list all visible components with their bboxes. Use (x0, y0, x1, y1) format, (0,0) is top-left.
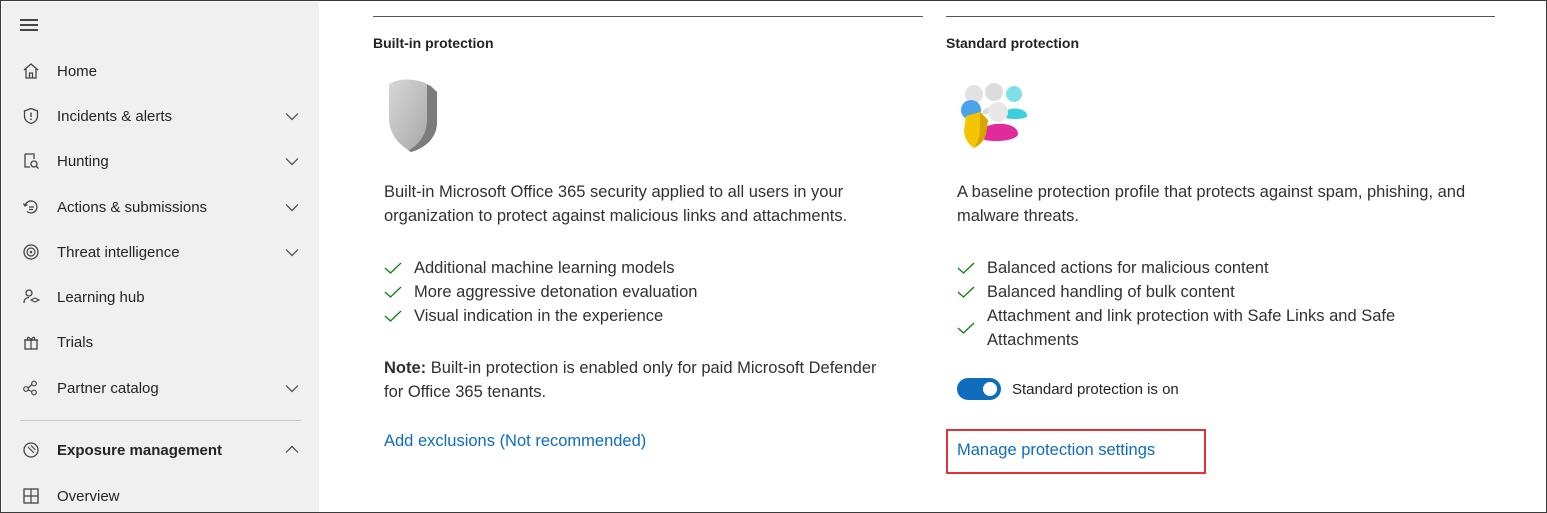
shield-illustration-icon (387, 78, 457, 154)
exposure-management-icon (20, 439, 42, 461)
shield-alert-icon (20, 105, 42, 127)
sidebar-item-home[interactable]: Home (2, 51, 319, 91)
chevron-down-icon[interactable] (284, 153, 300, 169)
app-frame: Home Incidents & alerts Hunting Actions … (0, 0, 1547, 513)
builtin-description: Built-in Microsoft Office 365 security a… (384, 183, 848, 225)
chevron-down-icon[interactable] (284, 244, 300, 260)
list-item: Balanced actions for malicious content (957, 256, 1457, 280)
note-text: Built-in protection is enabled only for … (384, 359, 877, 401)
hamburger-menu-icon[interactable] (20, 19, 40, 33)
checkmark-icon (384, 262, 402, 274)
sidebar: Home Incidents & alerts Hunting Actions … (2, 2, 319, 512)
sidebar-item-overview[interactable]: Overview (2, 476, 319, 512)
builtin-note: Note: Built-in protection is enabled onl… (384, 356, 884, 404)
sidebar-item-exposure-management[interactable]: Exposure management (2, 430, 319, 470)
checkmark-icon (957, 286, 975, 298)
list-item: Visual indication in the experience (384, 304, 914, 328)
feature-text: Balanced actions for malicious content (987, 259, 1269, 277)
sidebar-item-label: Home (57, 62, 98, 80)
sidebar-item-trials[interactable]: Trials (2, 322, 319, 362)
chevron-down-icon[interactable] (284, 199, 300, 215)
list-item: Attachment and link protection with Safe… (957, 304, 1457, 352)
manage-protection-settings-link[interactable]: Manage protection settings (957, 441, 1155, 460)
builtin-protection-title: Built-in protection (373, 35, 494, 51)
checkmark-icon (957, 262, 975, 274)
standard-protection-toggle[interactable] (957, 378, 1001, 400)
checkmark-icon (957, 322, 975, 334)
people-shield-illustration-icon (956, 80, 1032, 150)
trials-icon (20, 331, 42, 353)
chevron-down-icon[interactable] (284, 380, 300, 396)
learning-hub-icon (20, 286, 42, 308)
builtin-feature-list: Additional machine learning models More … (384, 256, 914, 328)
sidebar-item-label: Actions & submissions (57, 198, 208, 216)
standard-feature-list: Balanced actions for malicious content B… (957, 256, 1457, 352)
feature-text: Attachment and link protection with Safe… (987, 307, 1396, 349)
sidebar-item-label: Exposure management (57, 441, 223, 459)
standard-protection-title: Standard protection (946, 35, 1080, 51)
sidebar-item-label: Overview (57, 487, 120, 505)
note-label: Note: (384, 359, 427, 377)
sidebar-item-incidents-alerts[interactable]: Incidents & alerts (2, 96, 319, 136)
toggle-knob (983, 382, 997, 396)
standard-protection-toggle-label: Standard protection is on (1012, 381, 1179, 398)
sidebar-item-partner-catalog[interactable]: Partner catalog (2, 368, 319, 408)
sidebar-item-label: Learning hub (57, 288, 145, 306)
sidebar-item-label: Partner catalog (57, 379, 159, 397)
sidebar-item-actions-submissions[interactable]: Actions & submissions (2, 187, 319, 227)
feature-text: More aggressive detonation evaluation (414, 283, 698, 301)
section-divider (946, 16, 1495, 17)
checkmark-icon (384, 286, 402, 298)
add-exclusions-link[interactable]: Add exclusions (Not recommended) (384, 432, 646, 451)
list-item: More aggressive detonation evaluation (384, 280, 914, 304)
sidebar-item-hunting[interactable]: Hunting (2, 141, 319, 181)
feature-text: Visual indication in the experience (414, 307, 664, 325)
overview-icon (20, 485, 42, 507)
threat-intel-icon (20, 241, 42, 263)
main-content: Built-in protection Built-in Microsoft O… (319, 2, 1546, 512)
chevron-down-icon[interactable] (284, 108, 300, 124)
list-item: Balanced handling of bulk content (957, 280, 1457, 304)
partner-catalog-icon (20, 377, 42, 399)
sidebar-item-label: Incidents & alerts (57, 107, 173, 125)
standard-description: A baseline protection profile that prote… (957, 183, 1466, 225)
sidebar-item-threat-intelligence[interactable]: Threat intelligence (2, 232, 319, 272)
builtin-protection-card: Built-in protection Built-in Microsoft O… (373, 2, 925, 512)
sidebar-item-label: Hunting (57, 152, 109, 170)
standard-protection-card: Standard protection A baseline protectio… (946, 2, 1496, 512)
feature-text: Balanced handling of bulk content (987, 283, 1235, 301)
sidebar-item-label: Trials (57, 333, 94, 351)
hunting-icon (20, 150, 42, 172)
chevron-up-icon[interactable] (284, 442, 300, 458)
home-icon (20, 60, 42, 82)
feature-text: Additional machine learning models (414, 259, 675, 277)
sidebar-item-learning-hub[interactable]: Learning hub (2, 277, 319, 317)
checkmark-icon (384, 310, 402, 322)
section-divider (373, 16, 923, 17)
list-item: Additional machine learning models (384, 256, 914, 280)
actions-icon (20, 196, 42, 218)
sidebar-divider (20, 420, 301, 421)
sidebar-item-label: Threat intelligence (57, 243, 180, 261)
